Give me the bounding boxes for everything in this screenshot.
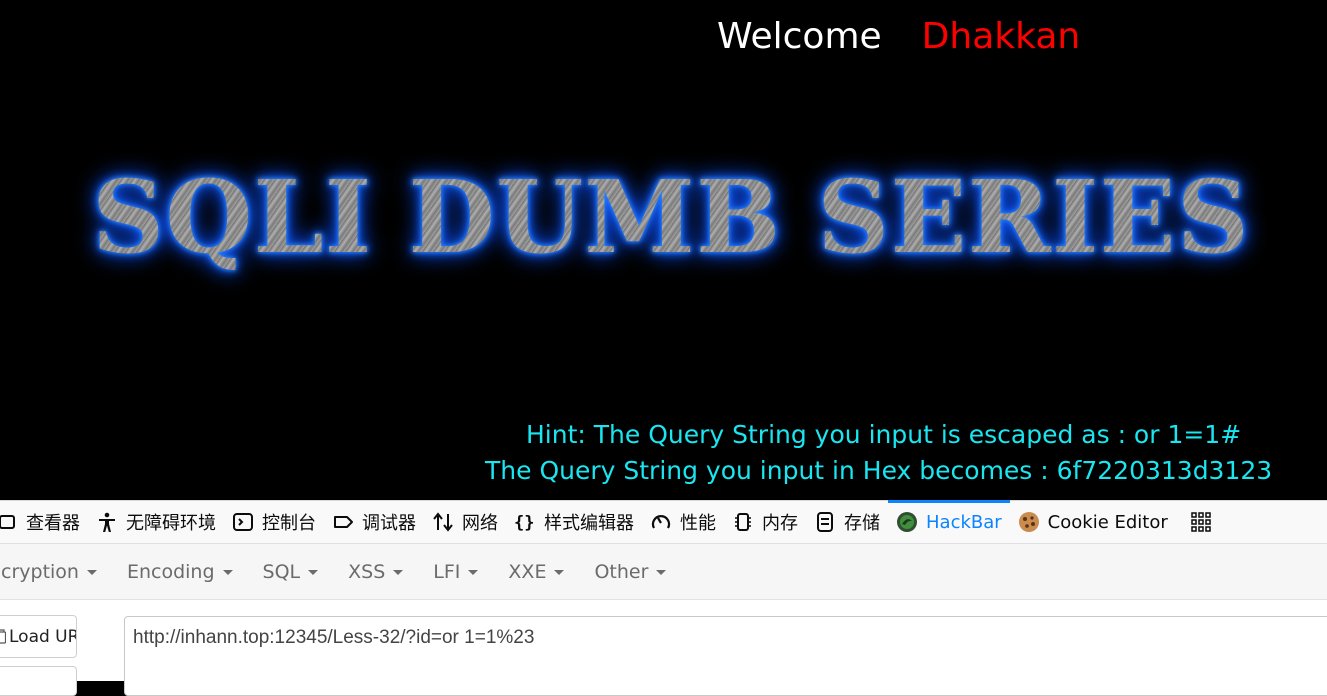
tab-label: 控制台 [262, 513, 316, 534]
caret-down-icon [554, 570, 565, 575]
hackbar-menu-bar: cryption Encoding SQL XSS LFI XXE Other [0, 544, 1327, 600]
tab-label: 样式编辑器 [544, 513, 634, 534]
sqli-dumb-series-banner: SQLI DUMB SERIES [92, 158, 1250, 276]
tab-label: 查看器 [26, 513, 80, 534]
load-url-icon [0, 629, 7, 644]
menu-label: cryption [1, 560, 79, 583]
tab-label: HackBar [926, 511, 1002, 533]
network-icon [432, 511, 454, 533]
hackbar-body: Load URL [0, 600, 1327, 696]
tab-label: 无障碍环境 [126, 513, 216, 534]
tab-memory[interactable]: 内存 [724, 501, 806, 543]
menu-label: LFI [433, 560, 461, 583]
caret-down-icon [308, 570, 319, 575]
hint-hex-text: The Query String you input in Hex become… [485, 456, 1273, 485]
menu-other[interactable]: Other [579, 561, 681, 583]
menu-label: SQL [262, 560, 301, 583]
username-text: Dhakkan [921, 16, 1081, 57]
svg-text:{}: {} [514, 513, 534, 533]
tab-console[interactable]: 控制台 [224, 501, 324, 543]
split-url-button[interactable] [0, 666, 77, 696]
tab-label: 存储 [844, 513, 880, 534]
tab-label: Cookie Editor [1047, 511, 1168, 533]
tab-label: 网络 [462, 513, 498, 534]
caret-down-icon [222, 570, 233, 575]
welcome-text: Welcome [717, 16, 882, 57]
load-url-label: Load URL [9, 626, 76, 647]
menu-lfi[interactable]: LFI [418, 561, 493, 583]
tab-hackbar[interactable]: HackBar [888, 500, 1010, 543]
grid-menu-button[interactable] [1176, 501, 1228, 543]
tab-network[interactable]: 网络 [424, 501, 506, 543]
hackbar-icon [896, 511, 918, 533]
menu-label: Encoding [126, 560, 215, 583]
caret-down-icon [393, 570, 404, 575]
tab-performance[interactable]: 性能 [642, 501, 724, 543]
grid-menu-icon [1190, 511, 1212, 533]
caret-down-icon [468, 570, 479, 575]
caret-down-icon [86, 570, 97, 575]
tab-label: 内存 [762, 513, 798, 534]
menu-label: XXE [508, 560, 547, 583]
tab-cookie-editor[interactable]: Cookie Editor [1010, 501, 1176, 543]
performance-icon [650, 511, 672, 533]
tab-accessibility[interactable]: 无障碍环境 [88, 501, 224, 543]
page-content: Welcome Dhakkan SQLI DUMB SERIES Hint: Th… [0, 0, 1327, 500]
menu-xxe[interactable]: XXE [493, 561, 579, 583]
menu-label: XSS [348, 560, 386, 583]
caret-down-icon [656, 570, 667, 575]
console-icon [232, 511, 254, 533]
style-editor-icon: {} [514, 511, 536, 533]
tab-debugger[interactable]: 调试器 [324, 501, 424, 543]
menu-encoding[interactable]: Encoding [112, 561, 248, 583]
debugger-icon [332, 511, 354, 533]
menu-xss[interactable]: XSS [333, 561, 418, 583]
memory-icon [732, 511, 754, 533]
load-url-button[interactable]: Load URL [0, 615, 77, 658]
tab-storage[interactable]: 存储 [806, 501, 888, 543]
tab-label: 性能 [680, 513, 716, 534]
tab-inspector[interactable]: 查看器 [0, 501, 88, 543]
menu-label: Other [594, 560, 649, 583]
cookie-icon [1018, 511, 1040, 533]
accessibility-icon [96, 511, 118, 533]
menu-encryption[interactable]: cryption [0, 561, 112, 583]
url-input[interactable] [124, 616, 1327, 696]
inspector-icon [0, 511, 18, 533]
devtools-tab-bar: 查看器 无障碍环境 控制台 调试器 网络 {} 样式编辑器 性能 内存 存储 H… [0, 500, 1327, 544]
tab-style-editor[interactable]: {} 样式编辑器 [506, 501, 642, 543]
menu-sql[interactable]: SQL [248, 561, 334, 583]
storage-icon [814, 511, 836, 533]
hint-escaped-text: Hint: The Query String you input is esca… [526, 420, 1242, 449]
welcome-line: Welcome Dhakkan [717, 16, 1080, 57]
tab-label: 调试器 [362, 513, 416, 534]
